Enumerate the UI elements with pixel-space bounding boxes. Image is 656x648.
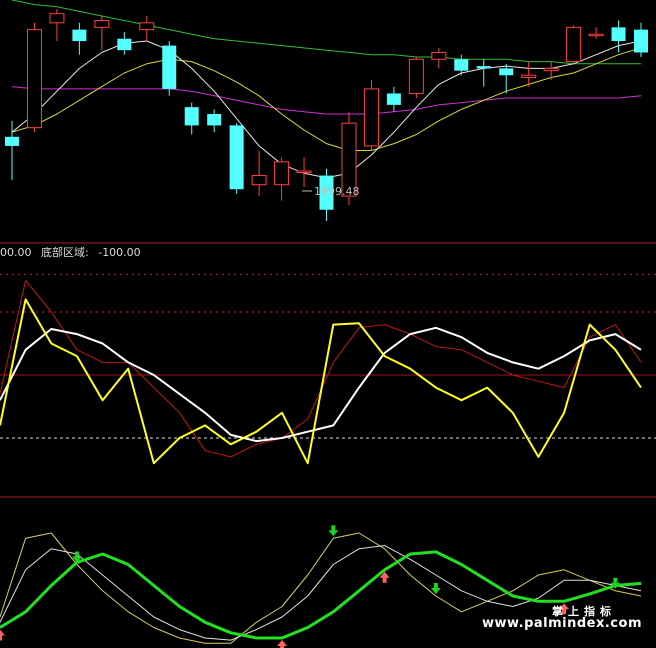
header-label: 底部区域: — [41, 246, 89, 259]
candle-body — [566, 26, 582, 63]
candle-body — [386, 93, 401, 105]
candle-body — [26, 29, 42, 129]
candle-body — [521, 74, 537, 79]
oscillator-panel — [0, 273, 656, 465]
candle-body — [117, 38, 132, 51]
candle-body — [543, 67, 559, 72]
candle-body — [5, 136, 19, 146]
candle-body — [139, 22, 155, 31]
arrow-up-icon — [277, 640, 288, 648]
buy-signal — [0, 629, 5, 641]
ma-magenta-line — [11, 86, 642, 115]
header-value: -100.00 — [98, 246, 141, 259]
low-price-label: 1999.48 — [314, 185, 360, 198]
chart-canvas: 1999.48 — [0, 0, 656, 648]
ma-green-line — [11, 0, 641, 65]
arrow-down-icon — [430, 583, 441, 594]
candle-body — [454, 59, 469, 71]
candle-body — [207, 114, 222, 126]
candle-body — [634, 29, 648, 53]
arrow-up-icon — [0, 629, 5, 641]
arrow-down-icon — [328, 525, 339, 537]
header-value-left: 00.00 — [0, 246, 32, 259]
osc-white-line — [0, 326, 642, 443]
candle-body — [499, 68, 514, 76]
candle-body — [229, 125, 244, 190]
candle-body — [363, 88, 379, 147]
candle-body — [251, 175, 267, 186]
candle-body — [611, 27, 626, 42]
osc-yellow-line — [0, 298, 642, 465]
candle-body — [184, 107, 199, 126]
ma-yellow-line — [11, 47, 642, 151]
candle-body — [408, 58, 424, 94]
candle-body — [274, 161, 290, 186]
candle-body — [476, 66, 491, 69]
candle-body — [588, 33, 604, 37]
candle-body — [72, 29, 87, 42]
indicator-header: 00.00 底部区域: -100.00 — [0, 245, 147, 261]
buy-signal — [277, 640, 288, 648]
sell-signal — [430, 583, 441, 594]
candle-body — [94, 20, 110, 28]
price-panel: 1999.48 — [5, 0, 648, 222]
candle-body — [431, 51, 447, 60]
candle-body — [162, 45, 177, 89]
candle-body — [296, 170, 312, 173]
candle-body — [49, 13, 65, 24]
sell-signal — [328, 525, 339, 537]
osc-red-line — [0, 280, 642, 458]
watermark-url: www.palmindex.com — [481, 616, 642, 631]
